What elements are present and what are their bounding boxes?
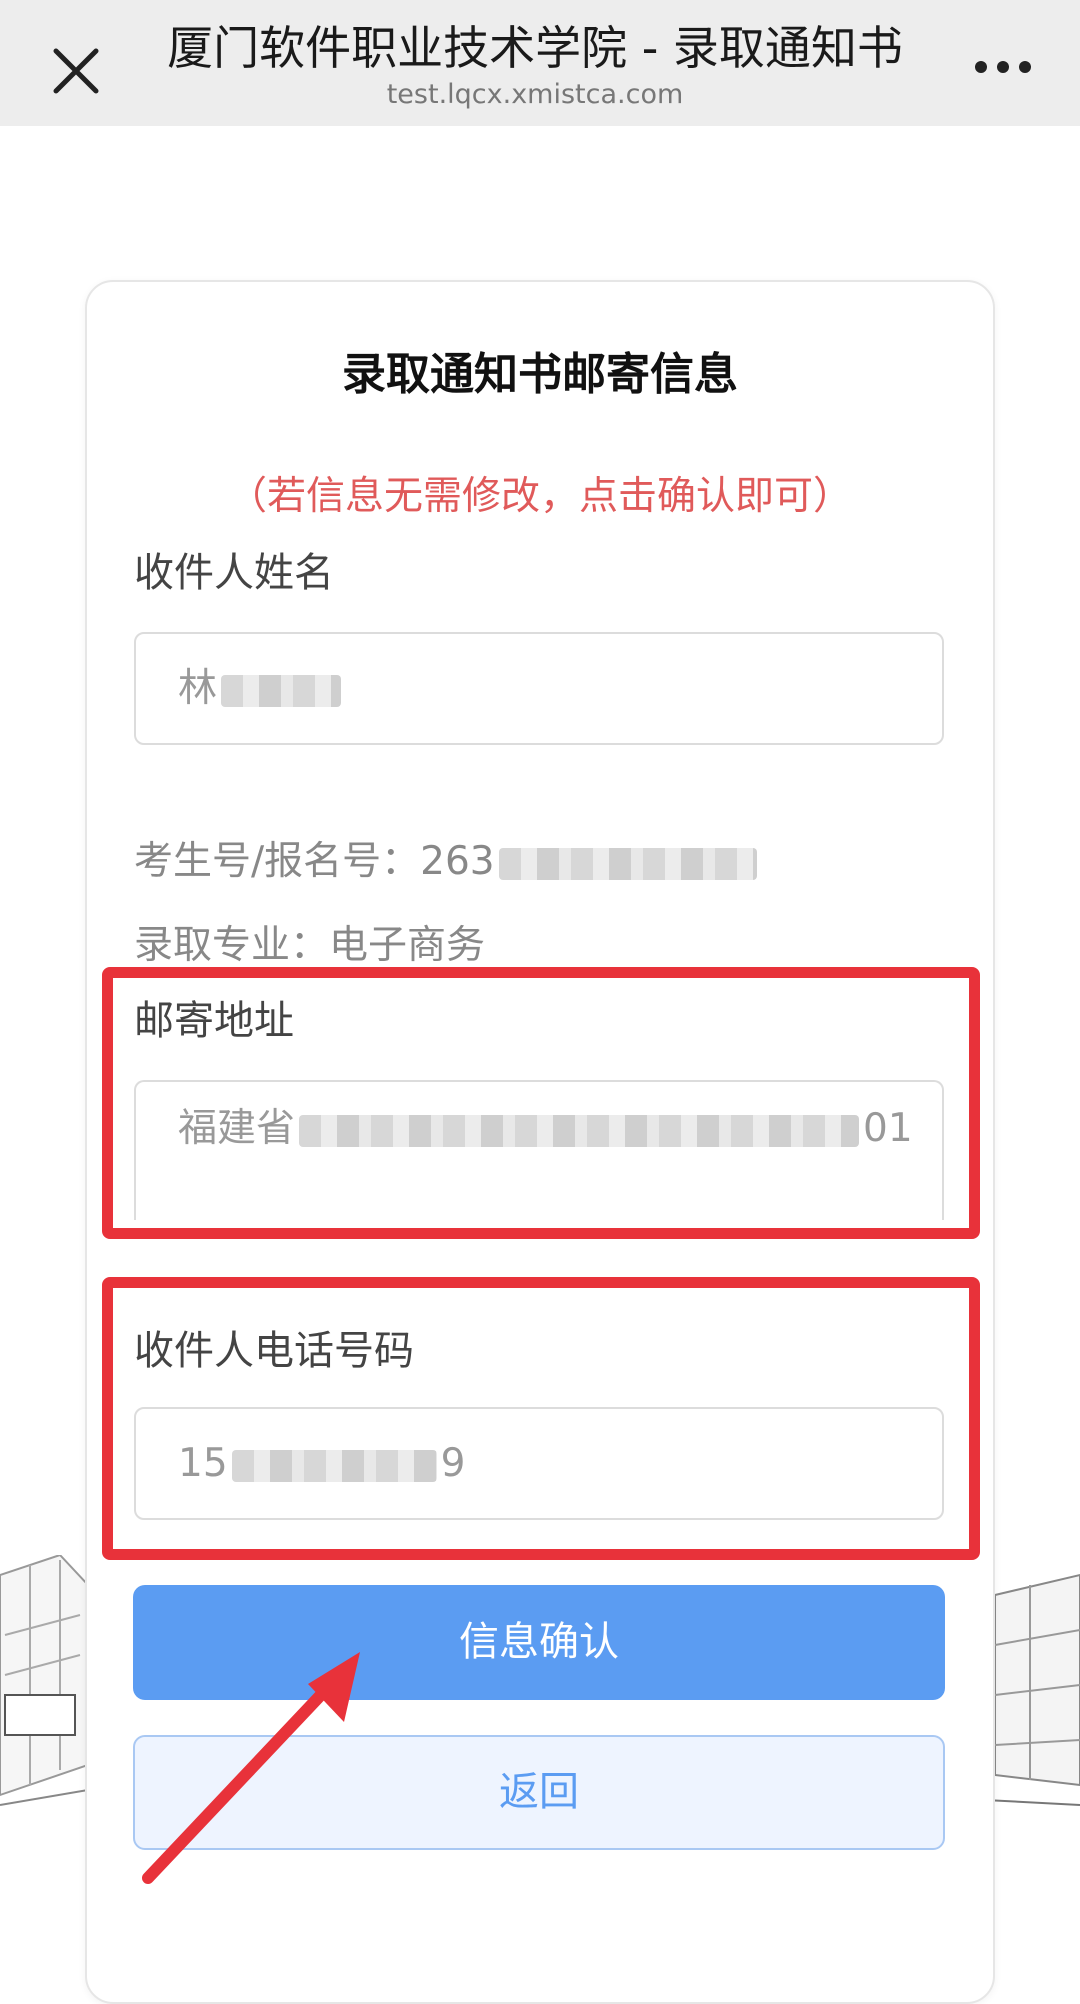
- phone-field[interactable]: 15 9: [134, 1407, 944, 1520]
- redacted-mask: [498, 847, 757, 880]
- form-title: 录取通知书邮寄信息: [342, 349, 738, 400]
- building-sketch-right-icon: [985, 1573, 1080, 1806]
- redacted-mask: [221, 674, 342, 707]
- recipient-name-label: 收件人姓名: [134, 550, 334, 596]
- exam-number-label: 考生号/报名号：: [134, 839, 421, 884]
- exam-number-value: 263: [420, 839, 495, 884]
- major-label: 录取专业：: [134, 923, 330, 968]
- recipient-name-value: 林: [178, 666, 218, 711]
- window-url: test.lqcx.xmistca.com: [386, 79, 684, 110]
- recipient-name-field[interactable]: 林: [134, 632, 944, 745]
- more-icon[interactable]: [975, 58, 1031, 78]
- building-sketch-left-icon: [0, 1555, 88, 1806]
- close-icon[interactable]: [50, 45, 102, 97]
- exam-number-row: 考生号/报名号：263: [134, 830, 757, 886]
- phone-label: 收件人电话号码: [134, 1328, 414, 1374]
- major-value: 电子商务: [329, 923, 486, 968]
- phone-value-end: 9: [440, 1441, 466, 1486]
- address-field[interactable]: 福建省 01: [134, 1080, 944, 1220]
- redacted-mask: [231, 1449, 437, 1482]
- address-value-start: 福建省: [178, 1106, 296, 1151]
- window-title: 厦门软件职业技术学院 - 录取通知书: [167, 21, 903, 75]
- major-row: 录取专业：电子商务: [134, 914, 485, 970]
- browser-top-bar: 厦门软件职业技术学院 - 录取通知书 test.lqcx.xmistca.com: [0, 0, 1080, 126]
- phone-value-start: 15: [178, 1441, 228, 1486]
- address-value-end: 01: [863, 1106, 913, 1151]
- arrow-annotation-icon: [142, 1652, 360, 1884]
- redacted-mask: [299, 1114, 860, 1147]
- hint-text: （若信息无需修改，点击确认即可）: [227, 474, 852, 519]
- title-area: 厦门软件职业技术学院 - 录取通知书 test.lqcx.xmistca.com: [150, 18, 920, 118]
- address-label: 邮寄地址: [134, 998, 294, 1044]
